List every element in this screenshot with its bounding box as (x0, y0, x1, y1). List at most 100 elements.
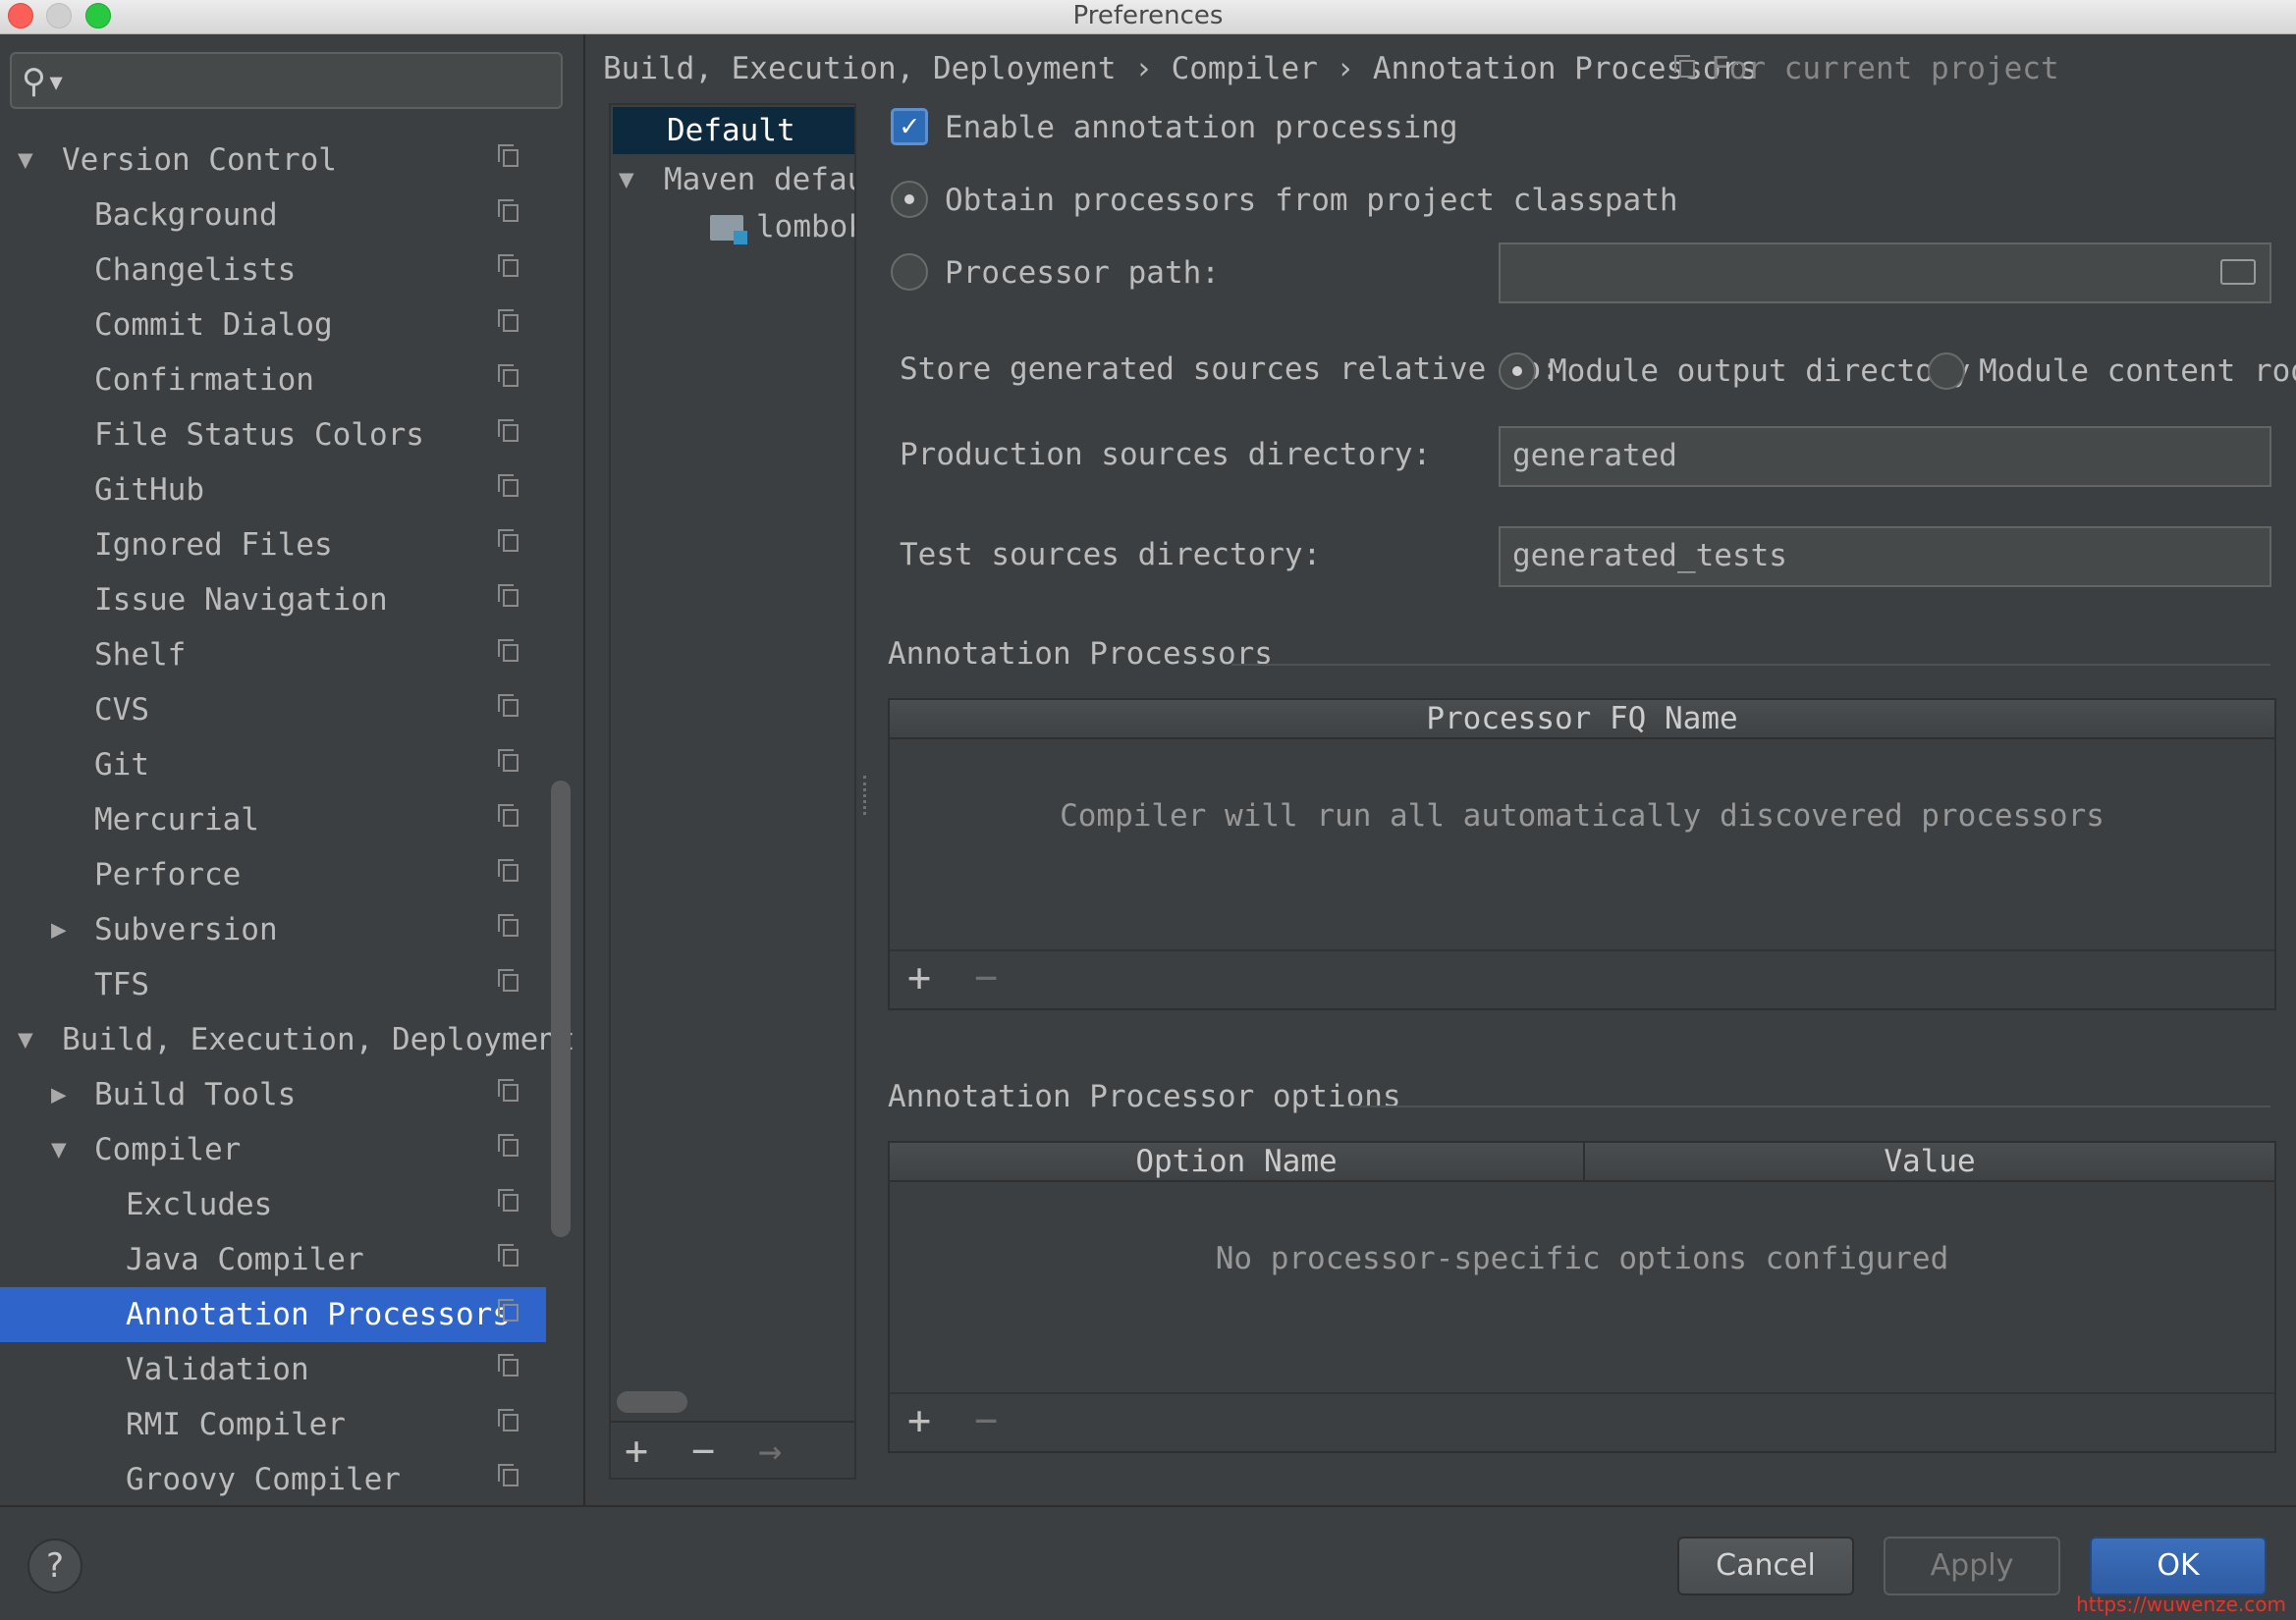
sidebar-item[interactable]: Confirmation (0, 352, 546, 407)
chevron-right-icon[interactable]: ▶ (51, 902, 67, 957)
project-settings-icon (498, 199, 519, 222)
module-output-radio[interactable] (1499, 352, 1536, 390)
sidebar-item[interactable]: Annotation Processors (0, 1287, 546, 1342)
move-to-profile-button[interactable]: → (758, 1429, 782, 1474)
sidebar-item[interactable]: Perforce (0, 847, 546, 902)
breadcrumb: Build, Execution, Deployment › Compiler … (603, 51, 1758, 86)
sidebar-item[interactable]: Shelf (0, 627, 546, 682)
panel-splitter[interactable] (863, 776, 876, 815)
cancel-button[interactable]: Cancel (1677, 1537, 1854, 1595)
module-content-root-label[interactable]: Module content root (1979, 350, 2296, 393)
chevron-down-icon[interactable]: ▼ (18, 1012, 33, 1067)
sidebar-item[interactable]: ▼ Build, Execution, Deployment (0, 1012, 575, 1067)
chevron-right-icon[interactable]: ▶ (51, 1067, 67, 1122)
sidebar-item[interactable]: Excludes (0, 1177, 546, 1232)
sidebar-item[interactable]: Git (0, 737, 546, 792)
enable-annotation-checkbox[interactable]: ✓ (891, 108, 928, 145)
sidebar-item[interactable]: ▼ Compiler (0, 1122, 546, 1177)
processor-fq-name-header[interactable]: Processor FQ Name (890, 700, 2274, 739)
sidebar-item[interactable]: Groovy Compiler (0, 1452, 546, 1507)
watermark-text: https://wuwenze.com (2076, 1593, 2286, 1616)
remove-processor-button[interactable]: − (974, 955, 998, 1000)
apply-button[interactable]: Apply (1884, 1537, 2060, 1595)
sidebar-item[interactable]: TFS (0, 957, 546, 1012)
profile-default[interactable]: Default (613, 107, 854, 154)
module-output-label[interactable]: Module output directory (1549, 350, 1970, 393)
sidebar-item-label: Confirmation (94, 362, 314, 398)
test-dir-value: generated_tests (1512, 538, 1787, 573)
processors-divider (1231, 664, 2270, 666)
add-processor-button[interactable]: + (907, 955, 931, 1000)
help-button[interactable]: ? (27, 1539, 82, 1593)
sidebar-item[interactable]: Ignored Files (0, 517, 546, 572)
project-settings-icon (498, 1409, 519, 1431)
remove-profile-button[interactable]: − (691, 1429, 715, 1474)
chevron-down-icon[interactable]: ▼ (18, 133, 33, 188)
sidebar-item[interactable]: Mercurial (0, 792, 546, 847)
scope-indicator: For current project (1674, 47, 2059, 90)
add-option-button[interactable]: + (907, 1398, 931, 1443)
processor-path-label[interactable]: Processor path: (945, 251, 1220, 295)
project-settings-icon (498, 254, 519, 277)
sidebar-item[interactable]: Issue Navigation (0, 572, 546, 627)
module-content-root-radio[interactable] (1928, 352, 1965, 390)
sidebar-item[interactable]: File Status Colors (0, 407, 546, 462)
settings-sidebar: ⚲▾ ▼ Version Control Background Changelists… (0, 34, 585, 1505)
test-dir-label: Test sources directory: (900, 537, 1322, 572)
search-icon: ⚲▾ (22, 62, 67, 101)
sidebar-item[interactable]: ▶ Subversion (0, 902, 546, 957)
sidebar-item[interactable]: Java Compiler (0, 1232, 546, 1287)
processor-path-radio[interactable] (891, 253, 928, 291)
chevron-down-icon[interactable]: ▼ (51, 1122, 67, 1177)
window-title: Preferences (1072, 1, 1224, 30)
project-settings-icon (498, 1299, 519, 1322)
sidebar-item-label: Commit Dialog (94, 307, 333, 343)
obtain-from-classpath-label[interactable]: Obtain processors from project classpath (945, 179, 1678, 222)
profile-maven-default[interactable]: ▼ Maven default (611, 156, 854, 203)
sidebar-item-label: Subversion (94, 912, 278, 947)
sidebar-item[interactable]: Commit Dialog (0, 297, 546, 352)
processor-options-toolbar: + − (890, 1392, 2274, 1453)
project-settings-icon (498, 309, 519, 332)
processor-options-empty-message: No processor-specific options configured (1215, 1241, 1949, 1276)
production-dir-field[interactable]: generated (1499, 426, 2271, 487)
module-folder-icon (710, 215, 747, 244)
module-lombok[interactable]: lombok- (611, 203, 854, 250)
browse-folder-icon[interactable] (2220, 259, 2256, 285)
sidebar-item[interactable]: Changelists (0, 243, 546, 297)
remove-option-button[interactable]: − (974, 1398, 998, 1443)
sidebar-item-label: Shelf (94, 637, 187, 673)
project-settings-icon (498, 804, 519, 827)
project-settings-icon (498, 969, 519, 992)
chevron-down-icon[interactable]: ▼ (619, 156, 634, 203)
sidebar-item-label: Excludes (126, 1187, 273, 1222)
search-input[interactable]: ⚲▾ (10, 52, 563, 109)
sidebar-item[interactable]: RMI Compiler (0, 1397, 546, 1452)
sidebar-item[interactable]: CVS (0, 682, 546, 737)
enable-annotation-label[interactable]: Enable annotation processing (945, 106, 1458, 149)
value-header[interactable]: Value (1585, 1143, 2274, 1180)
sidebar-scrollbar[interactable] (551, 781, 571, 1237)
project-settings-icon (498, 1189, 519, 1212)
sidebar-item-label: TFS (94, 967, 149, 1002)
test-dir-field[interactable]: generated_tests (1499, 526, 2271, 587)
ok-button[interactable]: OK (2090, 1537, 2267, 1595)
sidebar-item-label: Ignored Files (94, 527, 333, 563)
processor-options-table: Option Name Value No processor-specific … (888, 1141, 2276, 1453)
sidebar-item[interactable]: ▼ Version Control (0, 133, 546, 188)
add-profile-button[interactable]: + (625, 1429, 648, 1474)
sidebar-item[interactable]: GitHub (0, 462, 546, 517)
profile-maven-label: Maven default (664, 162, 854, 197)
project-settings-icon (498, 474, 519, 497)
project-settings-icon (498, 419, 519, 442)
profiles-toolbar: + − → (611, 1421, 854, 1480)
processor-path-field[interactable] (1499, 243, 2271, 303)
sidebar-item[interactable]: Validation (0, 1342, 546, 1397)
module-lombok-label: lombok- (756, 209, 854, 244)
profiles-scrollbar[interactable] (617, 1391, 687, 1413)
obtain-from-classpath-radio[interactable] (891, 181, 928, 218)
sidebar-item[interactable]: Background (0, 188, 546, 243)
store-generated-label: Store generated sources relative to: (900, 351, 1559, 387)
sidebar-item[interactable]: ▶ Build Tools (0, 1067, 546, 1122)
option-name-header[interactable]: Option Name (890, 1143, 1583, 1180)
